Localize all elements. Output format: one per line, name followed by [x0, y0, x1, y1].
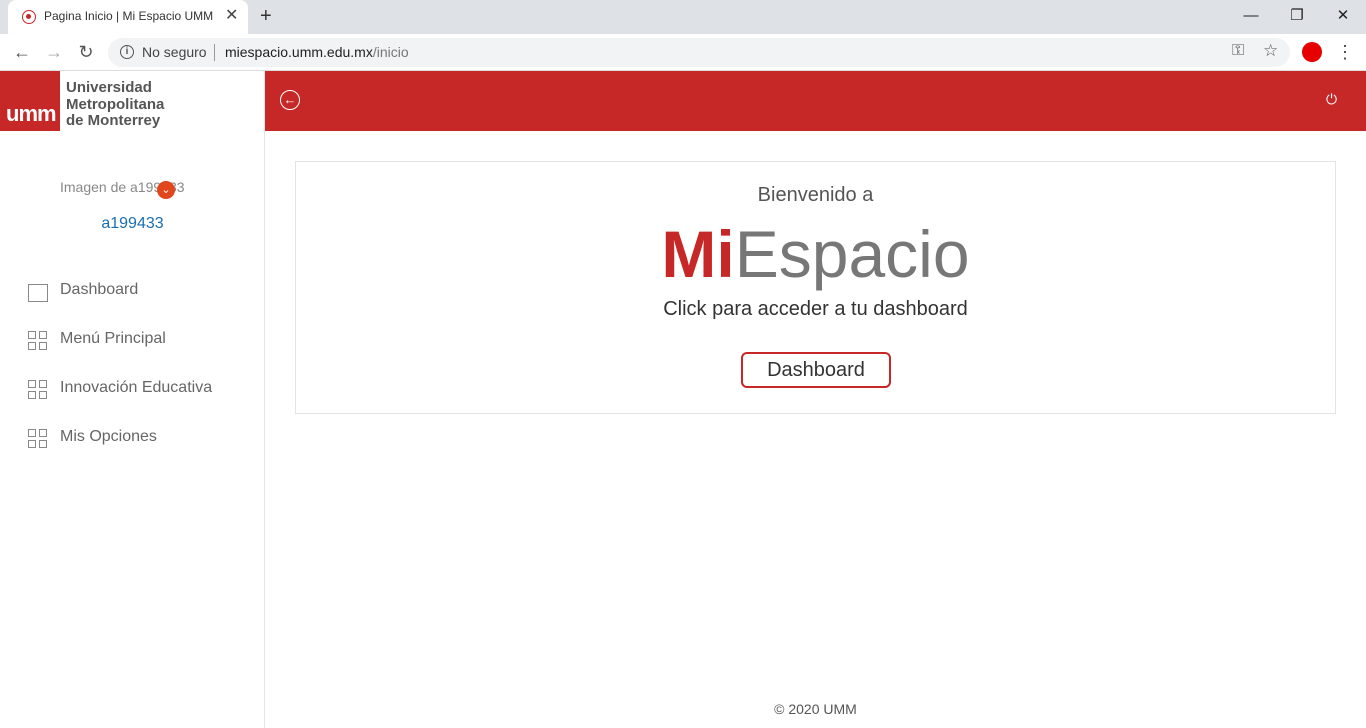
logo-line: Metropolitana [66, 95, 165, 113]
grid-icon [28, 380, 48, 399]
profile-avatar-icon[interactable] [1302, 42, 1322, 62]
brand-mi: Mi [661, 217, 735, 291]
forward-arrow-icon[interactable]: → [42, 40, 66, 64]
reload-icon[interactable]: ↻ [74, 40, 98, 64]
sidebar: umm Universidad Metropolitana de Monterr… [0, 71, 265, 728]
welcome-text: Bienvenido a [757, 184, 874, 206]
sidebar-item-menu-principal[interactable]: Menú Principal [28, 325, 258, 355]
browser-tabstrip: Pagina Inicio | Mi Espacio UMM ✕ + — ❐ ✕ [0, 0, 1366, 34]
key-icon[interactable]: ⚿ [1232, 42, 1244, 60]
security-label: No seguro [142, 44, 207, 60]
url-path: /inicio [372, 44, 409, 60]
url-host: miespacio.umm.edu.mx [225, 44, 373, 60]
back-arrow-icon[interactable]: ← [10, 40, 34, 64]
dashboard-hint: Click para acceder a tu dashboard [663, 298, 968, 320]
logo-mark-text: umm [6, 101, 57, 126]
logo-line: de Monterrey [66, 112, 161, 129]
monitor-icon [28, 284, 48, 302]
logo-text: Universidad Metropolitana de Monterrey [66, 79, 165, 130]
star-icon[interactable]: ☆ [1263, 41, 1278, 61]
grid-icon [28, 331, 48, 350]
collapse-sidebar-icon[interactable]: ← [280, 90, 300, 110]
restore-button[interactable]: ❐ [1282, 4, 1312, 28]
dashboard-button[interactable]: Dashboard [741, 352, 891, 388]
info-icon[interactable]: i [120, 45, 134, 59]
top-navbar: ← ⏻ [265, 71, 1366, 131]
new-tab-button[interactable]: + [260, 5, 272, 27]
logo-line: Universidad [66, 79, 152, 96]
grid-icon [28, 429, 48, 448]
username-link[interactable]: a199433 [0, 215, 265, 233]
favicon-icon [22, 10, 36, 24]
kebab-menu-icon[interactable]: ⋮ [1336, 40, 1354, 64]
brand-espacio: Espacio [734, 217, 970, 291]
minimize-button[interactable]: — [1236, 4, 1266, 28]
chevron-down-icon[interactable]: ⌄ [157, 181, 175, 199]
welcome-card: Bienvenido a MiEspacio Click para accede… [295, 161, 1336, 414]
tab-title: Pagina Inicio | Mi Espacio UMM [44, 9, 214, 23]
brand-title: MiEspacio [296, 214, 1335, 294]
sidebar-item-mis-opciones[interactable]: Mis Opciones [28, 423, 258, 453]
close-window-button[interactable]: ✕ [1328, 4, 1358, 28]
browser-toolbar: ← → ↻ i No seguro miespacio.umm.edu.mx/i… [0, 34, 1366, 71]
tab-close-icon[interactable]: ✕ [225, 6, 238, 26]
sidebar-item-label: Innovación Educativa [60, 379, 213, 396]
address-divider [214, 44, 215, 61]
url-text[interactable]: miespacio.umm.edu.mx/inicio [225, 44, 409, 60]
sidebar-item-label: Mis Opciones [60, 428, 157, 445]
logo-mark: umm [0, 71, 60, 131]
university-logo[interactable]: umm Universidad Metropolitana de Monterr… [0, 71, 265, 131]
footer-copyright: © 2020 UMM [774, 701, 857, 717]
address-bar[interactable]: i No seguro miespacio.umm.edu.mx/inicio … [108, 38, 1290, 67]
sidebar-item-label: Menú Principal [60, 330, 166, 347]
power-icon[interactable]: ⏻ [1326, 91, 1337, 108]
browser-tab[interactable]: Pagina Inicio | Mi Espacio UMM ✕ [8, 0, 248, 34]
sidebar-item-innovacion-educativa[interactable]: Innovación Educativa [28, 374, 258, 404]
sidebar-item-label: Dashboard [60, 281, 139, 298]
sidebar-item-dashboard[interactable]: Dashboard [28, 276, 258, 306]
